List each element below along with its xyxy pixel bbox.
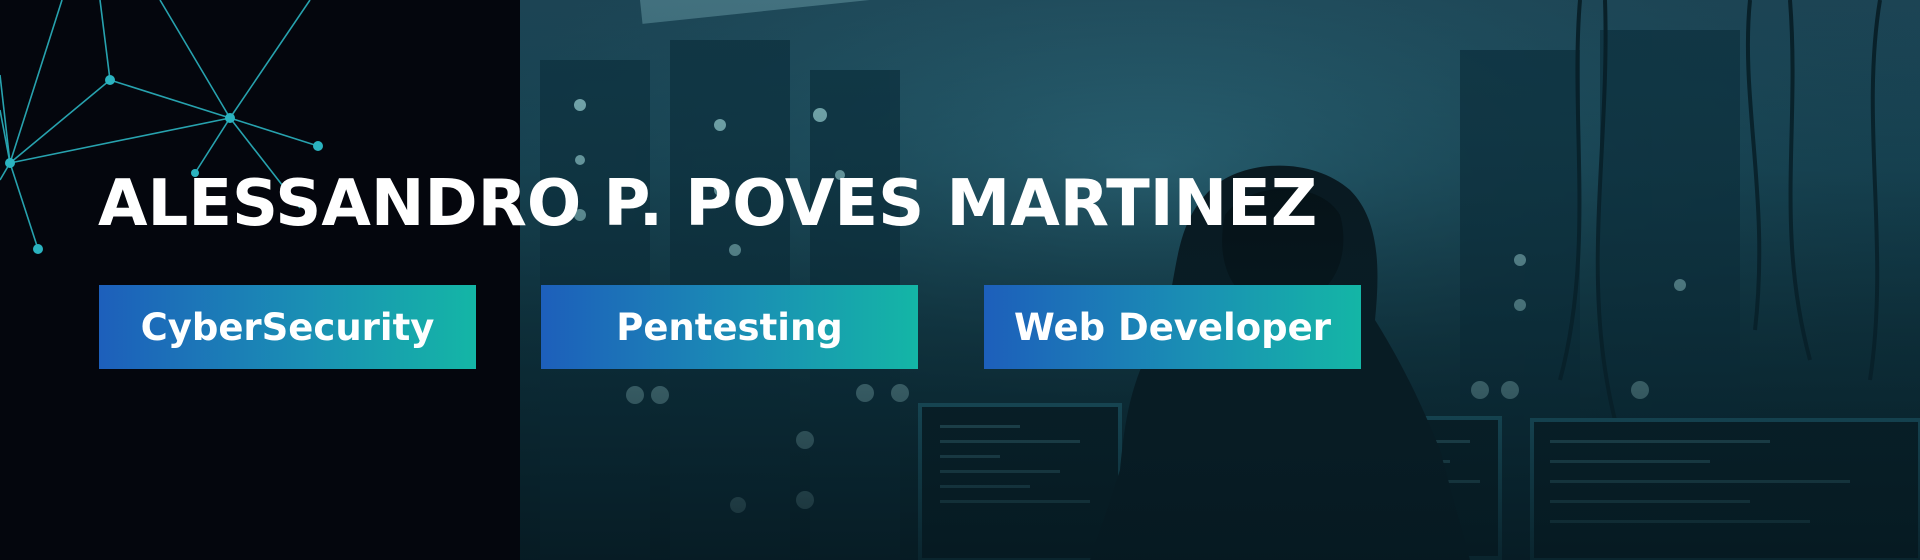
hacker-scene-illustration: [520, 0, 1920, 560]
profile-banner: ALESSANDRO P. POVES MARTINEZ CyberSecuri…: [0, 0, 1920, 560]
tag-web-developer[interactable]: Web Developer: [984, 285, 1361, 369]
tag-cybersecurity[interactable]: CyberSecurity: [99, 285, 476, 369]
tag-pentesting[interactable]: Pentesting: [541, 285, 918, 369]
hacker-background-photo: [520, 0, 1920, 560]
profile-name-title: ALESSANDRO P. POVES MARTINEZ: [98, 167, 1318, 241]
dark-left-panel: [0, 0, 520, 560]
